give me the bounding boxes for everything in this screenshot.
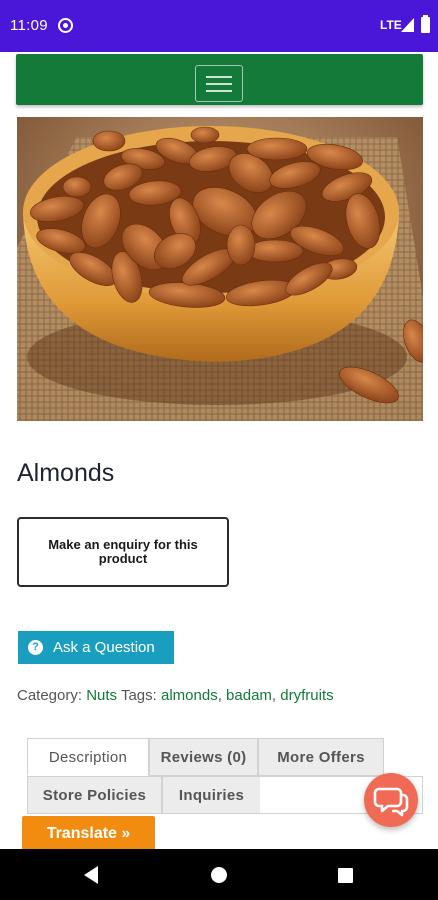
ask-question-button[interactable]: ? Ask a Question <box>18 631 174 664</box>
tab-store-policies[interactable]: Store Policies <box>27 776 162 814</box>
translate-button[interactable]: Translate » <box>22 816 155 852</box>
tag-separator: , <box>217 687 227 704</box>
category-label: Category: <box>17 687 83 704</box>
tags-label: Tags: <box>120 687 157 704</box>
make-enquiry-button[interactable]: Make an enquiry for this product <box>17 517 229 587</box>
status-time: 11:09 <box>10 17 48 34</box>
battery-icon <box>421 15 430 33</box>
tag-link[interactable]: dryfruits <box>280 687 333 704</box>
chat-button[interactable] <box>364 773 418 827</box>
system-nav-bar <box>0 849 438 900</box>
status-bar: 11:09 LTE <box>0 0 438 52</box>
tag-link[interactable]: almonds <box>161 687 218 704</box>
tag-link[interactable]: badam <box>226 687 272 704</box>
home-circle-icon[interactable] <box>211 867 227 883</box>
tab-reviews[interactable]: Reviews (0) <box>149 738 258 776</box>
hamburger-menu-icon[interactable] <box>195 65 243 102</box>
site-header <box>16 54 423 105</box>
tab-more-offers[interactable]: More Offers <box>258 738 384 776</box>
sync-icon <box>58 18 73 33</box>
category-link[interactable]: Nuts <box>86 687 117 704</box>
product-title: Almonds <box>17 459 115 487</box>
ask-question-label: Ask a Question <box>53 639 155 656</box>
chat-bubbles-icon <box>373 787 409 817</box>
signal-icon <box>401 18 414 32</box>
tab-inquiries[interactable]: Inquiries <box>162 776 261 814</box>
back-triangle-icon[interactable] <box>84 866 98 884</box>
question-circle-icon: ? <box>28 640 43 655</box>
tab-description[interactable]: Description <box>27 738 149 776</box>
recents-square-icon[interactable] <box>338 868 353 883</box>
network-type: LTE <box>380 18 402 32</box>
bowl-of-almonds-photo <box>17 117 423 421</box>
product-meta: Category: Nuts Tags: almonds, badam, dry… <box>17 687 334 704</box>
tag-separator: , <box>271 687 281 704</box>
product-image <box>17 117 423 421</box>
